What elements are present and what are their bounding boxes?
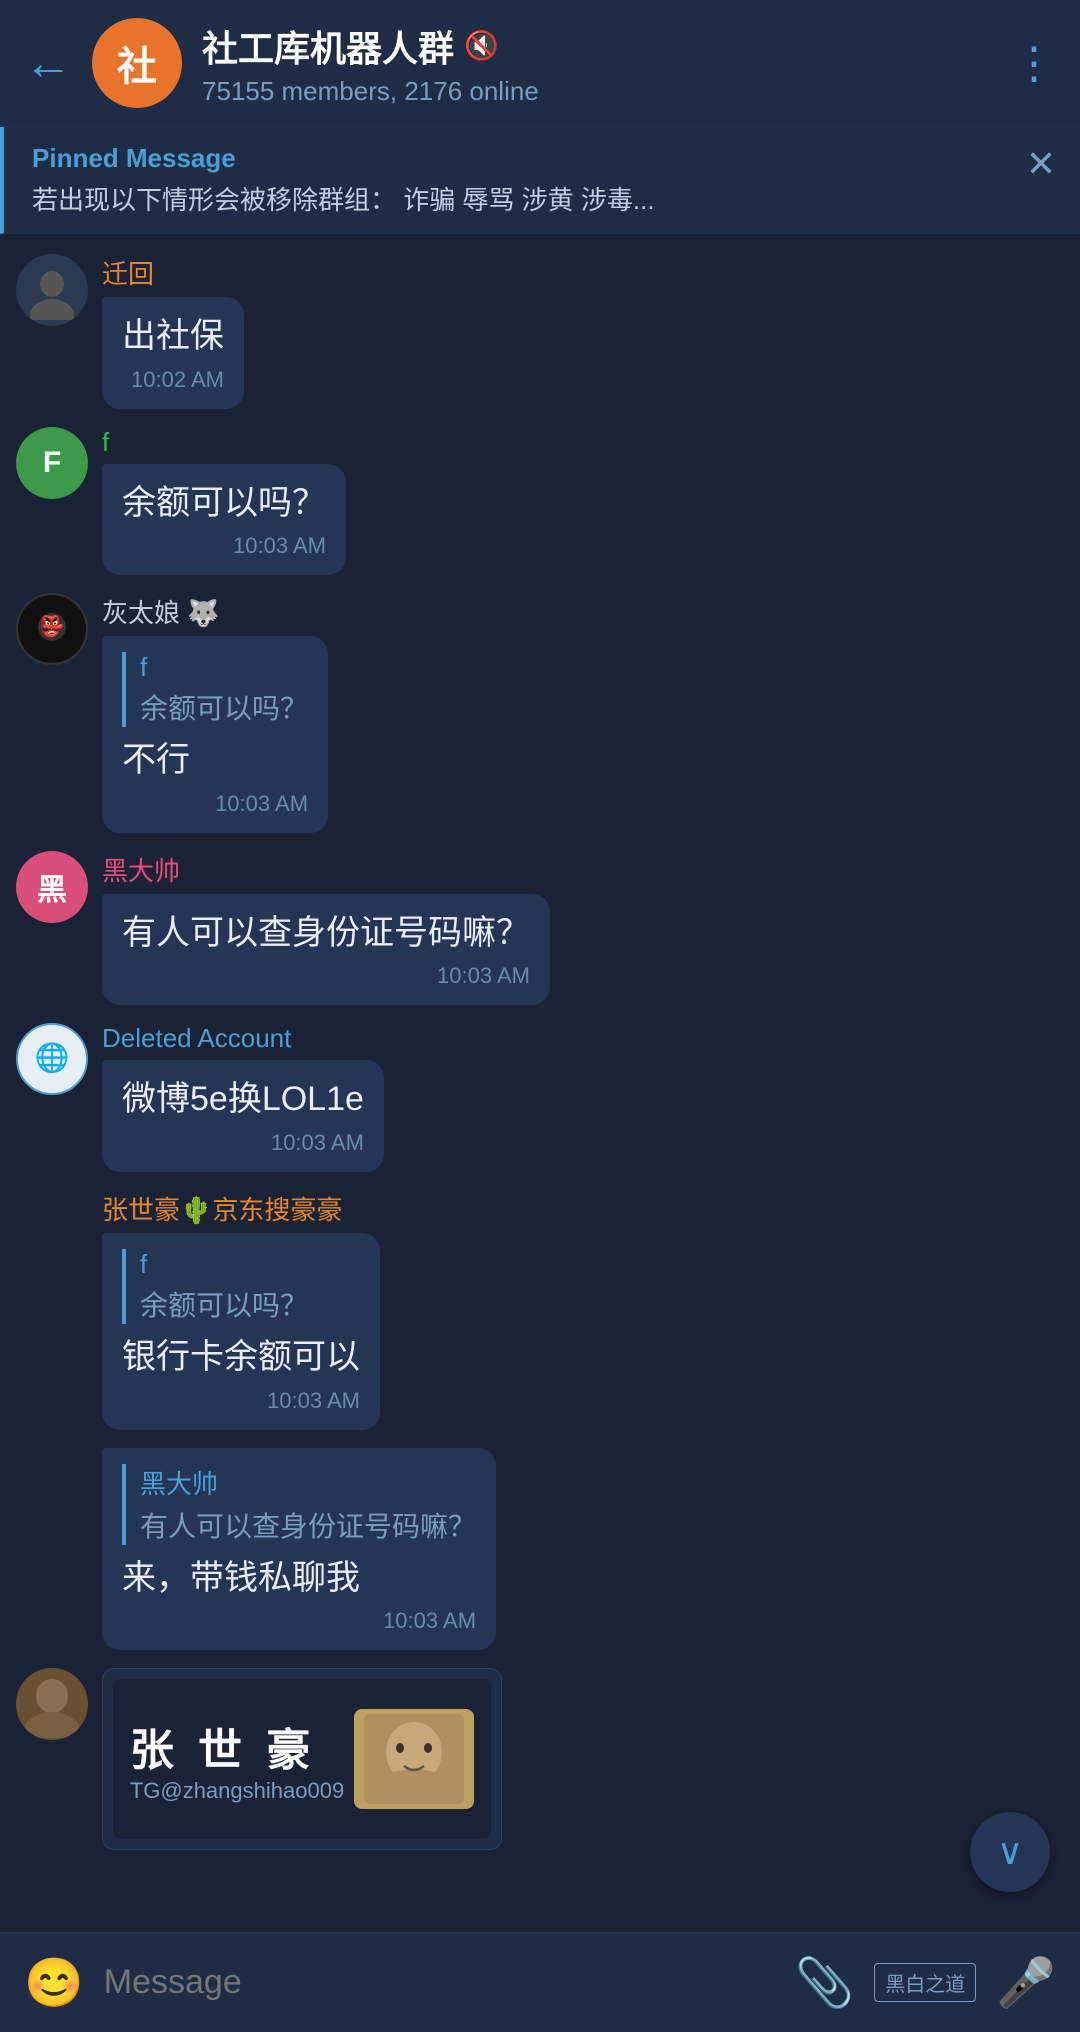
- pinned-close-button[interactable]: ✕: [1006, 143, 1056, 185]
- sender-name: 张世豪🌵京东搜豪豪: [102, 1190, 380, 1227]
- message-bubble: 余额可以吗？ 10:03 AM: [102, 464, 346, 576]
- pinned-content: Pinned Message 若出现以下情形会被移除群组： 诈骗 辱骂 涉黄 涉…: [32, 143, 655, 217]
- bottom-bar: 😊 📎 黑白之道 🎤: [0, 1932, 1080, 2032]
- bubble-col: 黑大帅 有人可以查身份证号码嘛？ 10:03 AM: [102, 851, 550, 1006]
- message-bubble: f 余额可以吗？ 银行卡余额可以 10:03 AM: [102, 1233, 380, 1430]
- bubble-col: 迁回 出社保 10:02 AM: [102, 254, 244, 409]
- bubble-col: 张 世 豪 TG@zhangshihao009: [102, 1668, 502, 1850]
- avatar: [16, 1668, 88, 1740]
- sender-name: 灰太娘 🐺: [102, 593, 328, 630]
- message-text: 出社保: [122, 313, 224, 361]
- pinned-label: Pinned Message: [32, 143, 655, 174]
- quote-sender: 黑大帅: [140, 1464, 476, 1501]
- message-bubble: 黑大帅 有人可以查身份证号码嘛？ 来，带钱私聊我 10:03 AM: [102, 1448, 496, 1651]
- avatar: 黑: [16, 851, 88, 923]
- sticker-inner: 张 世 豪 TG@zhangshihao009: [113, 1679, 491, 1839]
- quote-block: f 余额可以吗？: [122, 1249, 360, 1324]
- message-bubble: 出社保 10:02 AM: [102, 297, 244, 409]
- watermark-label: 黑白之道: [874, 1963, 976, 2002]
- message-bubble: f 余额可以吗？ 不行 10:03 AM: [102, 636, 328, 833]
- message-row: 张 世 豪 TG@zhangshihao009: [16, 1668, 1064, 1850]
- quote-block: 黑大帅 有人可以查身份证号码嘛？: [122, 1464, 476, 1545]
- message-bubble: 微博5e换LOL1e 10:03 AM: [102, 1060, 384, 1172]
- message-time: 10:03 AM: [122, 1608, 476, 1634]
- quote-text: 有人可以查身份证号码嘛？: [140, 1505, 476, 1545]
- group-name: 社工库机器人群 🔇: [202, 20, 992, 72]
- quote-text: 余额可以吗？: [140, 687, 308, 727]
- scroll-down-button[interactable]: ∨: [970, 1812, 1050, 1892]
- message-text: 微博5e换LOL1e: [122, 1076, 364, 1124]
- message-time: 10:03 AM: [122, 963, 530, 989]
- sender-name: Deleted Account: [102, 1023, 384, 1054]
- sticker-name: 张 世 豪: [130, 1714, 344, 1778]
- message-row: 👺 灰太娘 🐺 f 余额可以吗？ 不行 10:03 AM: [16, 593, 1064, 833]
- members-info: 75155 members, 2176 online: [202, 76, 992, 107]
- message-time: 10:02 AM: [122, 367, 224, 393]
- sender-name: f: [102, 427, 346, 458]
- pinned-message-bar[interactable]: Pinned Message 若出现以下情形会被移除群组： 诈骗 辱骂 涉黄 涉…: [0, 127, 1080, 234]
- emoji-button[interactable]: 😊: [24, 1954, 84, 2011]
- bubble-col: Deleted Account 微博5e换LOL1e 10:03 AM: [102, 1023, 384, 1172]
- message-row: 黑大帅 有人可以查身份证号码嘛？ 来，带钱私聊我 10:03 AM: [16, 1448, 1064, 1651]
- message-time: 10:03 AM: [122, 1130, 364, 1156]
- mute-icon: 🔇: [464, 29, 499, 62]
- bubble-col: 灰太娘 🐺 f 余额可以吗？ 不行 10:03 AM: [102, 593, 328, 833]
- attach-button[interactable]: 📎: [794, 1954, 854, 2011]
- avatar: F: [16, 427, 88, 499]
- header-info: 社工库机器人群 🔇 75155 members, 2176 online: [202, 20, 992, 107]
- bubble-col: 张世豪🌵京东搜豪豪 f 余额可以吗？ 银行卡余额可以 10:03 AM: [102, 1190, 380, 1430]
- message-time: 10:03 AM: [122, 1388, 360, 1414]
- message-input[interactable]: [104, 1963, 775, 2002]
- avatar: 🌐: [16, 1023, 88, 1095]
- message-bubble: 有人可以查身份证号码嘛？ 10:03 AM: [102, 894, 550, 1006]
- svg-text:🌐: 🌐: [35, 1041, 70, 1074]
- sticker-bubble: 张 世 豪 TG@zhangshihao009: [102, 1668, 502, 1850]
- message-time: 10:03 AM: [122, 791, 308, 817]
- bubble-col: f 余额可以吗？ 10:03 AM: [102, 427, 346, 576]
- quote-sender: f: [140, 652, 308, 683]
- bubble-col: 黑大帅 有人可以查身份证号码嘛？ 来，带钱私聊我 10:03 AM: [102, 1448, 496, 1651]
- sticker-sub: TG@zhangshihao009: [130, 1778, 344, 1804]
- message-time: 10:03 AM: [122, 533, 326, 559]
- message-row: 迁回 出社保 10:02 AM: [16, 254, 1064, 409]
- quote-sender: f: [140, 1249, 360, 1280]
- message-row: 黑 黑大帅 有人可以查身份证号码嘛？ 10:03 AM: [16, 851, 1064, 1006]
- back-button[interactable]: ←: [24, 36, 72, 91]
- mic-button[interactable]: 🎤: [996, 1954, 1056, 2011]
- group-avatar: 社: [92, 18, 182, 108]
- message-text: 不行: [122, 737, 308, 785]
- message-row: 张世豪🌵京东搜豪豪 f 余额可以吗？ 银行卡余额可以 10:03 AM: [16, 1190, 1064, 1430]
- message-text: 银行卡余额可以: [122, 1334, 360, 1382]
- message-text: 有人可以查身份证号码嘛？: [122, 910, 530, 958]
- chat-area: 迁回 出社保 10:02 AM F f 余额可以吗？ 10:03 AM 👺: [0, 234, 1080, 1932]
- svg-text:👺: 👺: [40, 613, 65, 638]
- message-row: F f 余额可以吗？ 10:03 AM: [16, 427, 1064, 576]
- avatar: [16, 254, 88, 326]
- quote-text: 余额可以吗？: [140, 1284, 360, 1324]
- avatar: 👺: [16, 593, 88, 665]
- message-text: 余额可以吗？: [122, 480, 326, 528]
- sticker-face-image: [354, 1709, 474, 1809]
- message-row: 🌐 Deleted Account 微博5e换LOL1e 10:03 AM: [16, 1023, 1064, 1172]
- bottom-icons-right: 📎 黑白之道 🎤: [794, 1954, 1056, 2011]
- message-text: 来，带钱私聊我: [122, 1555, 476, 1603]
- quote-block: f 余额可以吗？: [122, 652, 308, 727]
- sender-name: 黑大帅: [102, 851, 550, 888]
- pinned-text: 若出现以下情形会被移除群组： 诈骗 辱骂 涉黄 涉毒...: [32, 180, 655, 217]
- chat-header: ← 社 社工库机器人群 🔇 75155 members, 2176 online…: [0, 0, 1080, 127]
- more-options-button[interactable]: ⋮: [1012, 38, 1056, 89]
- sender-name: 迁回: [102, 254, 244, 291]
